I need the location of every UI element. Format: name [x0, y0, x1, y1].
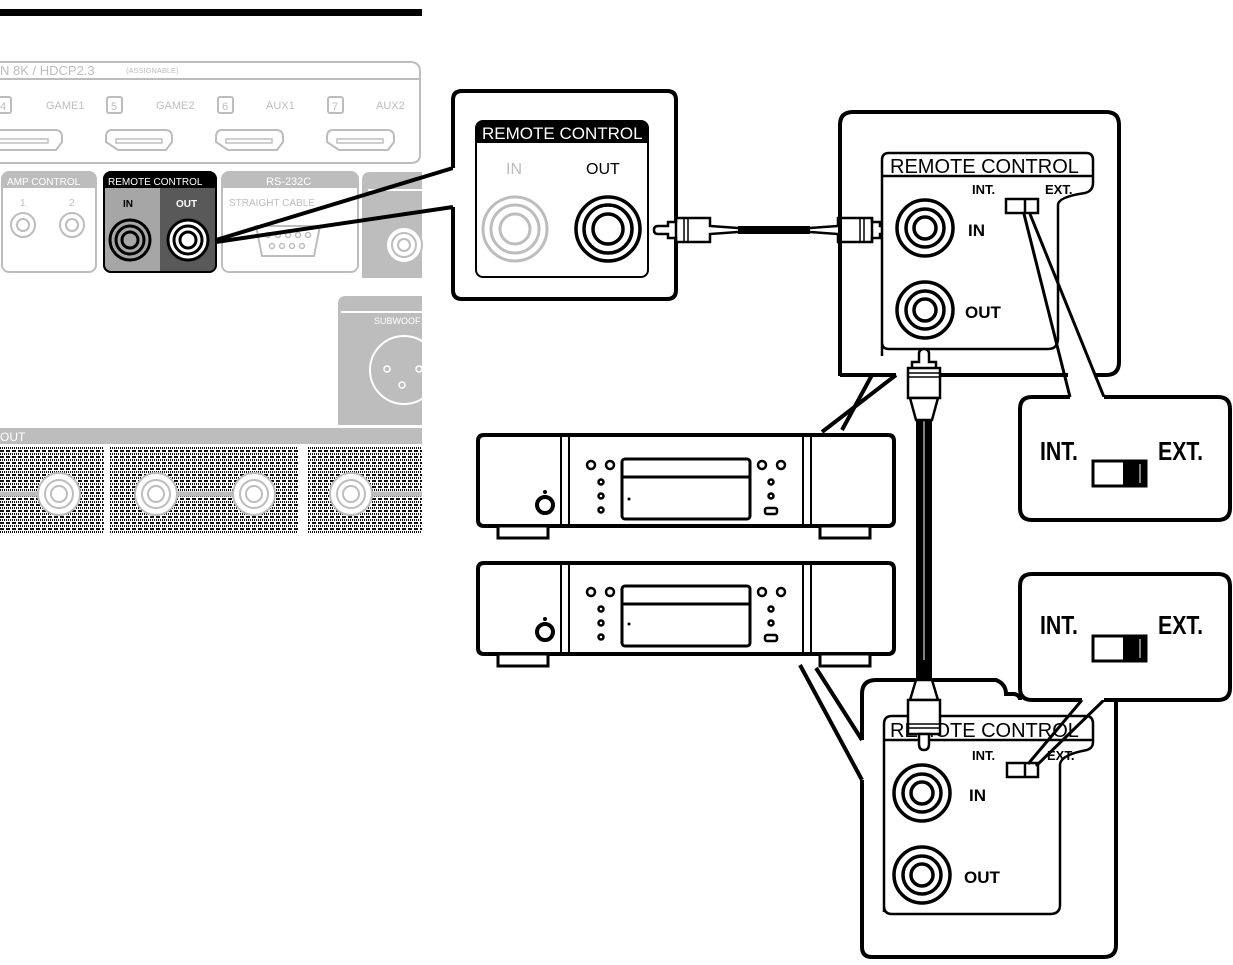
receiver-callout: REMOTE CONTROL IN OUT — [451, 89, 678, 301]
subwoofer-block: SUBWOOF — [338, 296, 439, 425]
rear-remote-out-label: OUT — [176, 199, 197, 210]
hdmi-label-aux1: AUX1 — [266, 100, 295, 112]
rear-remote-control-block: REMOTE CONTROL IN OUT — [103, 171, 217, 273]
power-button — [535, 622, 555, 642]
amp-control-title: AMP CONTROL — [7, 177, 81, 188]
rear-panel: N 8K / HDCP2.3 (ASSIGNABLE) 4 GAME1 5 GA… — [0, 61, 439, 533]
top-device-out-label: OUT — [965, 303, 1002, 322]
rear-remote-in-label: IN — [123, 199, 133, 210]
diagram-canvas: N 8K / HDCP2.3 (ASSIGNABLE) 4 GAME1 5 GA… — [0, 9, 1232, 959]
top-device-title: REMOTE CONTROL — [890, 156, 1079, 178]
hdmi-number-5: 5 — [111, 101, 117, 113]
power-button — [535, 495, 555, 515]
hdmi-label-aux2: AUX2 — [376, 100, 405, 112]
amp-control-port-1-label: 1 — [20, 198, 26, 209]
remote-control-connection-diagram: N 8K / HDCP2.3 (ASSIGNABLE) 4 GAME1 5 GA… — [0, 0, 1233, 960]
speaker-out-label: OUT — [0, 430, 26, 444]
hdmi-label-game1: GAME1 — [46, 100, 85, 112]
bottom-device-int-ext-switch[interactable] — [1005, 761, 1040, 779]
hdmi-input-block: N 8K / HDCP2.3 (ASSIGNABLE) 4 GAME1 5 GA… — [0, 61, 421, 164]
receiver-callout-out-label: OUT — [586, 161, 620, 178]
switch-zoom-bottom-toggle[interactable] — [1091, 634, 1148, 663]
hdmi-label-game2: GAME2 — [156, 100, 195, 112]
usb-port — [763, 633, 779, 643]
top-device-callout: REMOTE CONTROL INT. EXT. IN OUT — [820, 110, 1121, 434]
rs232c-title: RS-232C — [266, 176, 311, 188]
bottom-device-out-label: OUT — [964, 868, 1001, 887]
switch-zoom-top-int-label: INT. — [1040, 437, 1078, 467]
rear-remote-out-jack — [166, 218, 210, 262]
speaker-terminal — [329, 472, 373, 516]
top-device-int-ext-switch[interactable] — [1004, 197, 1040, 215]
hdmi-port-4 — [0, 129, 63, 151]
rs232c-subtitle: STRAIGHT CABLE — [229, 198, 315, 209]
top-device-int-label: INT. — [972, 182, 995, 197]
usb-port — [763, 506, 779, 516]
hdmi-assignable-label: (ASSIGNABLE) — [126, 66, 179, 75]
speaker-out-block: OUT — [0, 428, 422, 533]
receiver-callout-title: REMOTE CONTROL — [482, 124, 643, 143]
rs232c-block: RS-232C STRAIGHT CABLE — [221, 171, 359, 273]
rear-remote-in-jack — [108, 218, 152, 262]
receiver-callout-in-label: IN — [506, 161, 522, 178]
amp-control-jack-2 — [59, 212, 85, 238]
cd-player-bottom — [476, 561, 896, 668]
switch-zoom-bottom-ext-label: EXT. — [1158, 611, 1203, 641]
speaker-terminal — [232, 472, 276, 516]
top-device-in-jack — [895, 198, 955, 258]
amp-control-block: AMP CONTROL 1 2 — [1, 171, 97, 273]
bottom-device-int-label: INT. — [972, 748, 995, 763]
top-device-ext-label: EXT. — [1045, 182, 1072, 197]
amp-control-jack-1 — [10, 212, 36, 238]
subwoofer-label: SUBWOOF — [374, 316, 421, 326]
bottom-device-in-label: IN — [969, 786, 986, 805]
switch-zoom-top: INT. EXT. — [1018, 395, 1232, 522]
top-device-in-label: IN — [968, 221, 985, 240]
switch-zoom-bottom: INT. EXT. — [1018, 572, 1232, 702]
bottom-device-out-jack — [892, 845, 952, 905]
top-device-out-jack — [895, 280, 955, 340]
rear-remote-control-title: REMOTE CONTROL — [108, 177, 203, 188]
hdmi-number-6: 6 — [222, 101, 228, 113]
speaker-terminal — [134, 472, 178, 516]
rca-cable-horizontal — [652, 216, 896, 244]
switch-zoom-top-toggle[interactable] — [1091, 459, 1148, 488]
cd-player-top — [476, 433, 896, 540]
hdmi-number-4: 4 — [0, 101, 6, 113]
switch-zoom-top-ext-label: EXT. — [1158, 437, 1203, 467]
hdmi-header: N 8K / HDCP2.3 — [0, 63, 95, 78]
bottom-device-callout: REMOTE CONTROL INT. EXT. IN OUT — [798, 664, 1118, 959]
section-rule — [0, 9, 422, 16]
speaker-terminal — [37, 472, 81, 516]
amp-control-port-2-label: 2 — [69, 198, 75, 209]
bottom-device-in-jack — [892, 763, 952, 823]
hdmi-number-7: 7 — [332, 101, 338, 113]
switch-zoom-bottom-int-label: INT. — [1040, 611, 1078, 641]
